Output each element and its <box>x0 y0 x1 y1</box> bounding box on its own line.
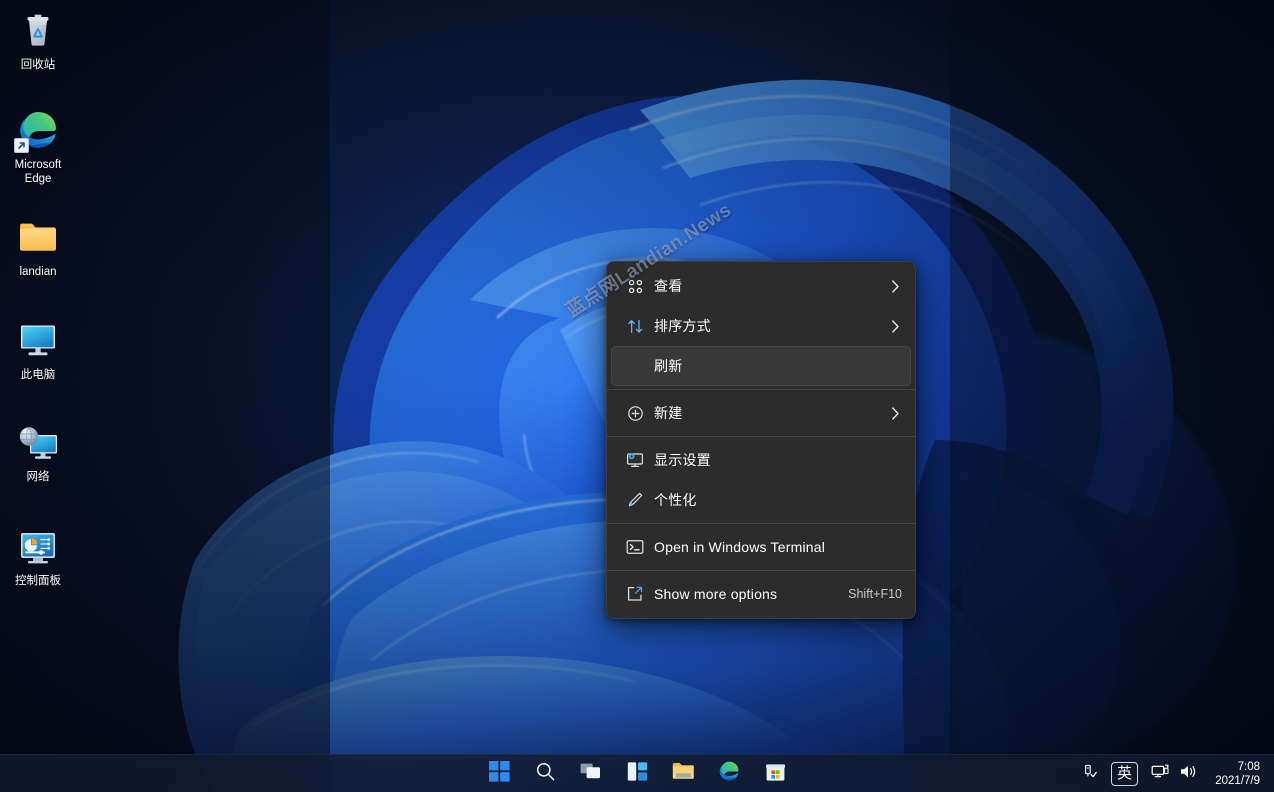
this-pc-icon <box>16 318 60 362</box>
desktop-icon-label: 网络 <box>26 471 50 483</box>
context-menu-item-label: 新建 <box>654 405 683 421</box>
tray-ime-indicator[interactable]: 英 <box>1104 759 1145 789</box>
search-icon <box>535 761 556 787</box>
clock-date: 2021/7/9 <box>1215 774 1260 787</box>
taskbar-search-button[interactable] <box>528 758 562 790</box>
context-menu-item-label: 显示设置 <box>654 452 711 468</box>
edge-icon <box>14 108 60 153</box>
recycle-bin-icon <box>16 8 60 52</box>
edge-icon <box>718 760 740 787</box>
taskbar-task-view-button[interactable] <box>574 758 608 790</box>
desktop-icon-network[interactable]: 网络 <box>2 420 74 484</box>
context-menu-item-label: Show more options <box>654 586 778 602</box>
plus-circle-icon <box>622 402 648 424</box>
context-menu-item-view[interactable]: 查看 <box>611 266 911 306</box>
shortcut-arrow-icon <box>14 138 29 153</box>
context-menu-separator <box>607 523 915 524</box>
desktop-icon-control-panel[interactable]: 控制面板 <box>2 524 74 588</box>
speaker-icon <box>1179 763 1198 785</box>
tray-volume[interactable] <box>1175 759 1202 789</box>
clock-time: 7:08 <box>1237 760 1260 773</box>
control-panel-icon <box>16 524 60 568</box>
show-more-options-icon <box>622 583 648 605</box>
taskbar-file-explorer-button[interactable] <box>666 758 700 790</box>
desktop-icon-label: 回收站 <box>20 59 56 71</box>
sort-arrows-icon <box>622 315 648 337</box>
context-menu-separator <box>607 389 915 390</box>
desktop-icon-label: Microsoft Edge <box>14 159 62 185</box>
chevron-right-icon <box>888 279 902 293</box>
context-menu-item-accelerator: Shift+F10 <box>848 587 902 601</box>
empty-icon-slot <box>622 355 648 377</box>
display-settings-icon <box>622 449 648 471</box>
desktop[interactable]: 回收站 Microsoft Edge landian 此电脑 网络 控制面板 查… <box>0 0 1274 792</box>
context-menu-item-personalize[interactable]: 个性化 <box>611 480 911 520</box>
windows-logo-icon <box>488 760 510 787</box>
context-menu-item-show-more-options[interactable]: Show more options Shift+F10 <box>611 574 911 614</box>
desktop-icon-recycle-bin[interactable]: 回收站 <box>2 8 74 72</box>
desktop-context-menu[interactable]: 查看 排序方式 刷新 新建 显示设置 个性化 Open in Windows T… <box>606 261 916 619</box>
usb-eject-icon <box>1081 763 1098 785</box>
context-menu-item-label: Open in Windows Terminal <box>654 539 826 555</box>
desktop-icon-label: landian <box>19 266 57 278</box>
context-menu-separator <box>607 436 915 437</box>
context-menu-item-label: 查看 <box>654 278 683 294</box>
context-menu-item-open-in-windows-terminal[interactable]: Open in Windows Terminal <box>611 527 911 567</box>
desktop-icon-this-pc[interactable]: 此电脑 <box>2 318 74 382</box>
desktop-icon-label: 此电脑 <box>20 369 56 381</box>
context-menu-item-label: 个性化 <box>654 492 697 508</box>
microsoft-store-icon <box>765 761 786 787</box>
tray-safely-remove-hardware[interactable] <box>1077 759 1102 789</box>
context-menu-item-label: 刷新 <box>654 358 683 374</box>
view-grid-icon <box>622 275 648 297</box>
taskbar-clock[interactable]: 7:08 2021/7/9 <box>1204 760 1266 788</box>
desktop-icon-microsoft-edge[interactable]: Microsoft Edge <box>2 108 74 186</box>
taskbar-edge-button[interactable] <box>712 758 746 790</box>
context-menu-item-refresh[interactable]: 刷新 <box>611 346 911 386</box>
desktop-icon-label: 控制面板 <box>15 575 61 587</box>
chevron-right-icon <box>888 406 902 420</box>
task-view-icon <box>580 761 602 786</box>
taskbar-system-tray: 英 7:08 2021/7/9 <box>1077 755 1274 792</box>
personalize-brush-icon <box>622 489 648 511</box>
taskbar-start-button[interactable] <box>482 758 516 790</box>
taskbar-microsoft-store-button[interactable] <box>758 758 792 790</box>
taskbar[interactable]: 英 7:08 2021/7/9 <box>0 754 1274 792</box>
context-menu-item-display-settings[interactable]: 显示设置 <box>611 440 911 480</box>
widgets-icon <box>627 761 648 787</box>
folder-icon <box>16 215 60 259</box>
context-menu-item-label: 排序方式 <box>654 318 711 334</box>
ime-icon: 英 <box>1110 761 1138 786</box>
network-monitor-icon <box>1151 763 1169 785</box>
terminal-icon <box>622 536 648 558</box>
chevron-right-icon <box>888 319 902 333</box>
network-icon <box>16 420 60 464</box>
desktop-icon-landian-folder[interactable]: landian <box>2 215 74 279</box>
context-menu-separator <box>607 570 915 571</box>
taskbar-widgets-button[interactable] <box>620 758 654 790</box>
tray-network[interactable] <box>1147 759 1173 789</box>
folder-icon <box>672 761 695 786</box>
context-menu-item-sort-by[interactable]: 排序方式 <box>611 306 911 346</box>
context-menu-item-new[interactable]: 新建 <box>611 393 911 433</box>
